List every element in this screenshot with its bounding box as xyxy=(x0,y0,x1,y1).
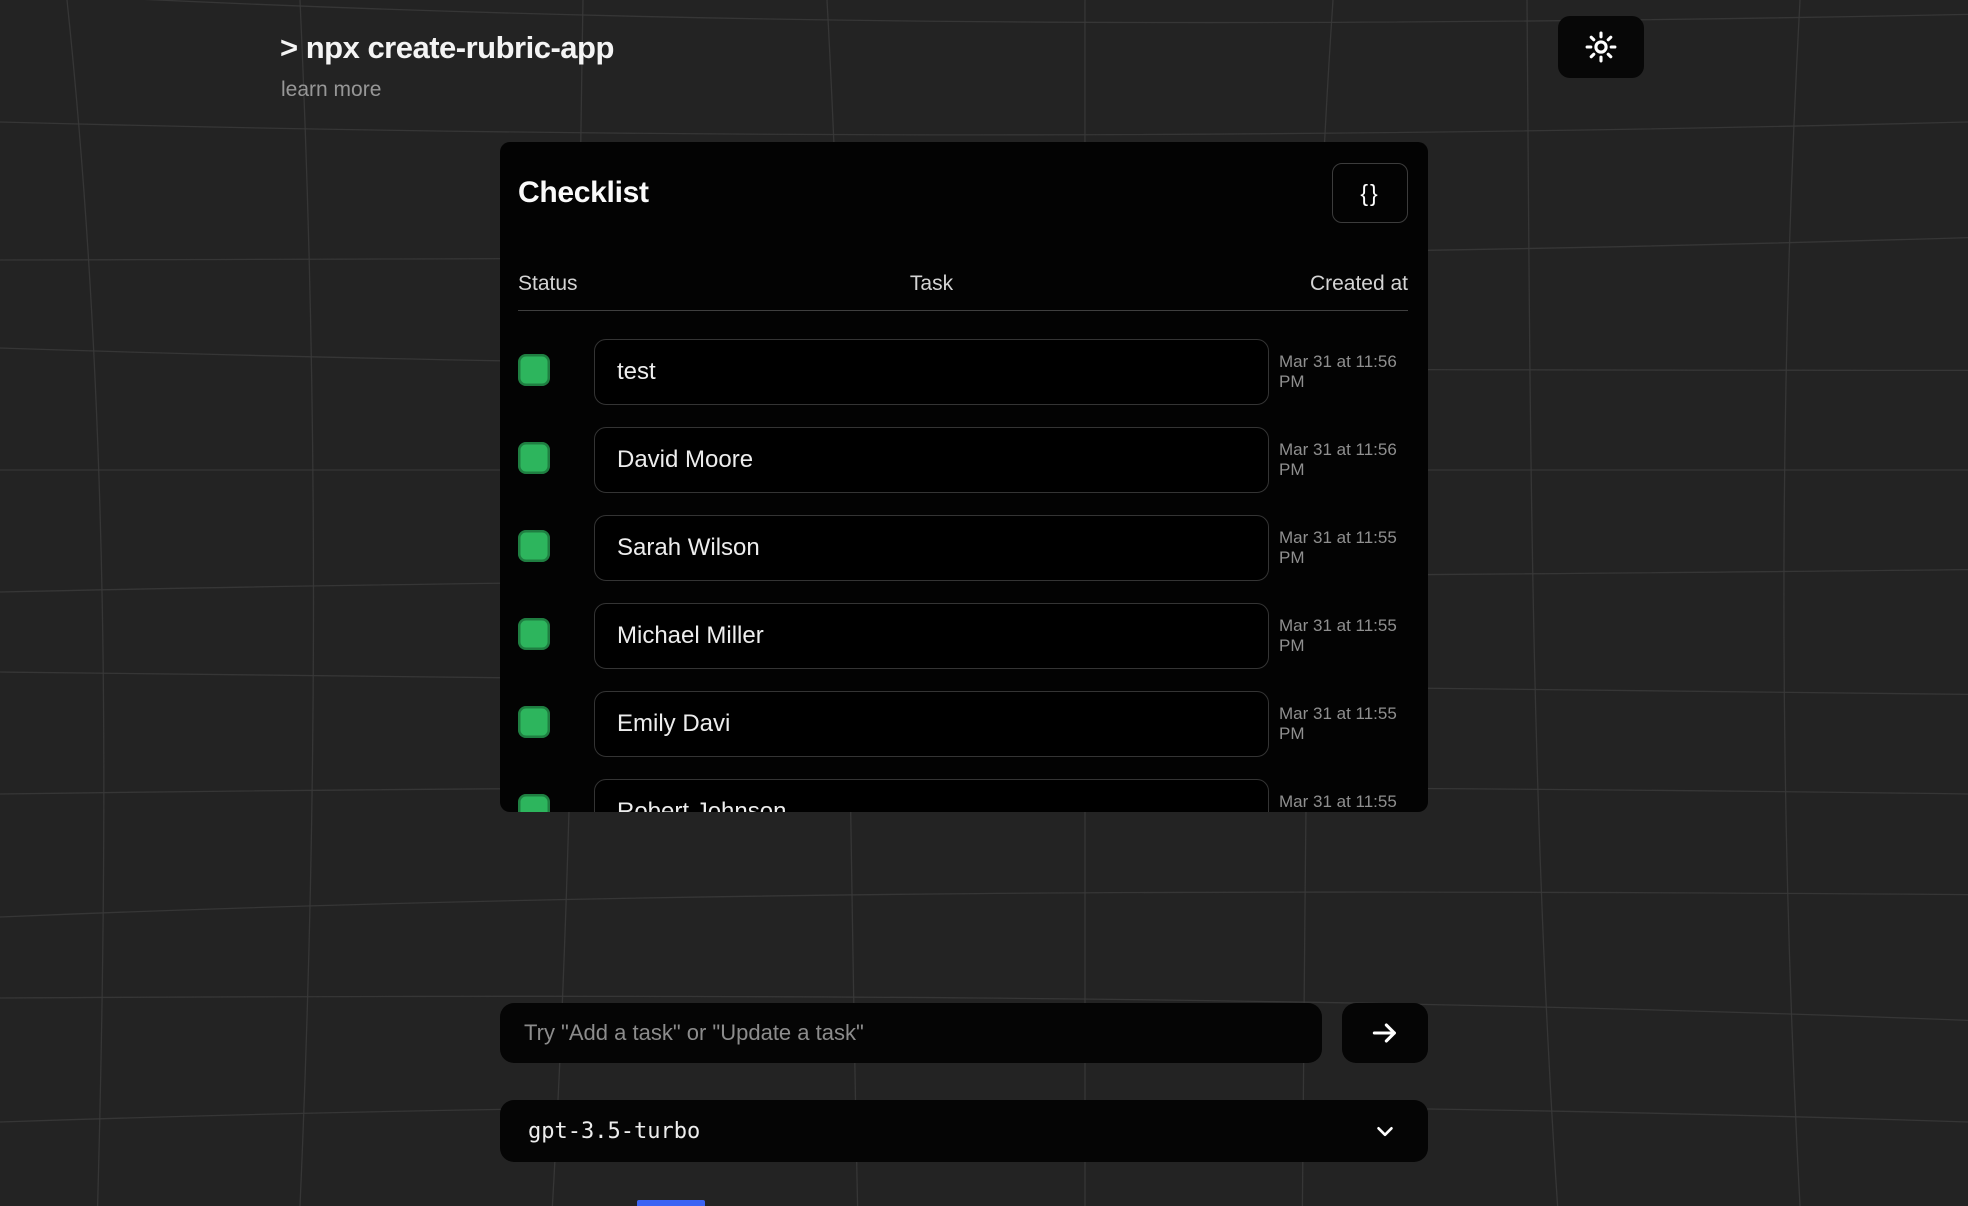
json-view-button[interactable]: {} xyxy=(1332,163,1408,223)
sun-icon xyxy=(1584,30,1618,64)
column-header-created-at: Created at xyxy=(1310,272,1408,296)
task-row: Mar 31 at 11:56 PM xyxy=(518,427,1408,493)
checklist-title: Checklist xyxy=(518,176,649,210)
task-status-checkbox[interactable] xyxy=(518,442,550,474)
column-header-task: Task xyxy=(910,272,953,296)
task-status-cell xyxy=(518,530,594,567)
bottom-peek-element[interactable] xyxy=(637,1200,705,1206)
task-created-at: Mar 31 at 11:55 PM xyxy=(1269,616,1408,656)
task-row: Mar 31 at 11:55 PM xyxy=(518,603,1408,669)
task-created-at: Mar 31 at 11:55 PM xyxy=(1269,792,1408,812)
column-header-status: Status xyxy=(518,272,594,296)
task-list: Mar 31 at 11:56 PM Mar 31 at 11:56 PM Ma… xyxy=(518,339,1408,812)
task-status-cell xyxy=(518,442,594,479)
task-created-at: Mar 31 at 11:55 PM xyxy=(1269,704,1408,744)
task-status-cell xyxy=(518,794,594,813)
app-root: > npx create-rubric-app learn more Check… xyxy=(0,0,1968,1206)
task-row: Mar 31 at 11:55 PM xyxy=(518,515,1408,581)
table-header: Status Task Created at xyxy=(518,272,1408,296)
task-status-checkbox[interactable] xyxy=(518,354,550,386)
task-name-input[interactable] xyxy=(594,427,1269,493)
task-status-cell xyxy=(518,618,594,655)
task-status-checkbox[interactable] xyxy=(518,530,550,562)
submit-button[interactable] xyxy=(1342,1003,1428,1063)
checklist-card: Checklist {} Status Task Created at Mar … xyxy=(500,142,1428,812)
task-name-input[interactable] xyxy=(594,339,1269,405)
arrow-right-icon xyxy=(1369,1017,1401,1049)
task-created-at: Mar 31 at 11:56 PM xyxy=(1269,352,1408,392)
theme-toggle-button[interactable] xyxy=(1558,16,1644,78)
task-name-input[interactable] xyxy=(594,691,1269,757)
task-created-at: Mar 31 at 11:55 PM xyxy=(1269,528,1408,568)
page-title: > npx create-rubric-app xyxy=(280,30,614,66)
model-select[interactable]: gpt-3.5-turbo xyxy=(500,1100,1428,1162)
task-status-checkbox[interactable] xyxy=(518,706,550,738)
model-select-value: gpt-3.5-turbo xyxy=(528,1119,700,1144)
checklist-card-header: Checklist {} xyxy=(518,162,1408,224)
task-name-input[interactable] xyxy=(594,603,1269,669)
task-name-input[interactable] xyxy=(594,515,1269,581)
task-row: Mar 31 at 11:56 PM xyxy=(518,339,1408,405)
task-status-checkbox[interactable] xyxy=(518,794,550,813)
task-row: Mar 31 at 11:55 PM xyxy=(518,691,1408,757)
task-created-at: Mar 31 at 11:56 PM xyxy=(1269,440,1408,480)
learn-more-link[interactable]: learn more xyxy=(281,78,381,102)
task-status-cell xyxy=(518,354,594,391)
task-row: Mar 31 at 11:55 PM xyxy=(518,779,1408,812)
table-header-divider xyxy=(518,310,1408,311)
task-name-input[interactable] xyxy=(594,779,1269,812)
command-input[interactable] xyxy=(500,1003,1322,1063)
task-status-checkbox[interactable] xyxy=(518,618,550,650)
chevron-down-icon xyxy=(1372,1118,1398,1144)
task-status-cell xyxy=(518,706,594,743)
